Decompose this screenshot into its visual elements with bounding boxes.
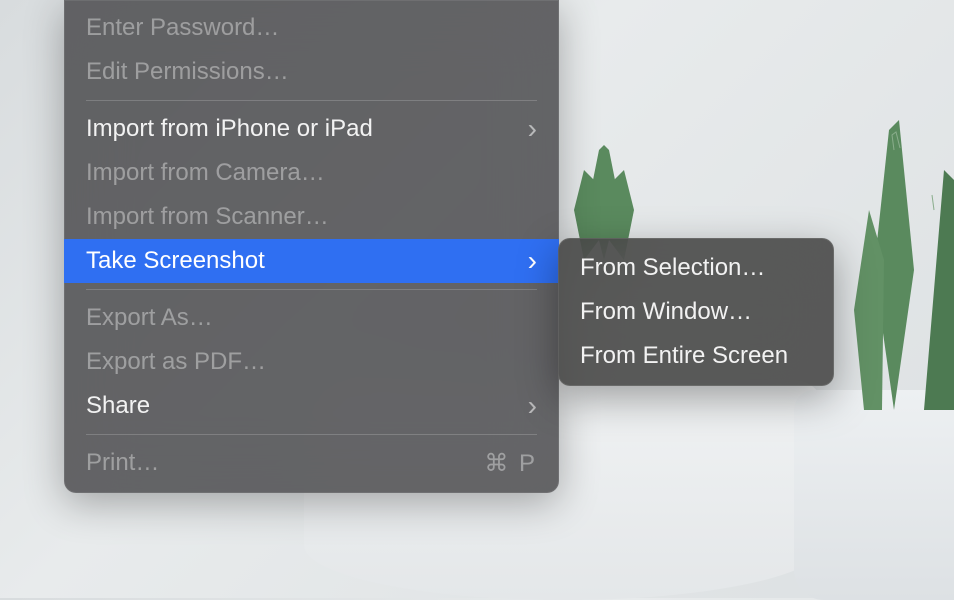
menu-item-label: Import from iPhone or iPad [86,115,518,143]
enter-password-menu-item[interactable]: Enter Password… [64,6,559,50]
background-succulent-right [834,90,954,410]
menu-item-label: Take Screenshot [86,247,518,275]
menu-item-label: Print… [86,449,484,477]
chevron-right-icon: › [528,247,537,275]
menu-item-label: Import from Camera… [86,159,537,187]
take-screenshot-submenu: From Selection… From Window… From Entire… [558,238,834,386]
menu-item-label: From Entire Screen [580,342,812,370]
from-selection-menu-item[interactable]: From Selection… [558,246,834,290]
menu-item-label: Edit Permissions… [86,58,537,86]
edit-permissions-menu-item[interactable]: Edit Permissions… [64,50,559,94]
import-iphone-ipad-menu-item[interactable]: Import from iPhone or iPad › [64,107,559,151]
import-scanner-menu-item[interactable]: Import from Scanner… [64,195,559,239]
menu-item-label: Share [86,392,518,420]
chevron-right-icon: › [528,115,537,143]
menu-item-label: Export As… [86,304,537,332]
print-menu-item[interactable]: Print… ⌘ P [64,441,559,485]
file-context-menu: Enter Password… Edit Permissions… Import… [64,0,559,493]
export-as-menu-item[interactable]: Export As… [64,296,559,340]
background-pot-right [794,390,954,600]
import-camera-menu-item[interactable]: Import from Camera… [64,151,559,195]
menu-item-label: Export as PDF… [86,348,537,376]
menu-item-label: From Selection… [580,254,812,282]
take-screenshot-menu-item[interactable]: Take Screenshot › [64,239,559,283]
export-pdf-menu-item[interactable]: Export as PDF… [64,340,559,384]
from-entire-screen-menu-item[interactable]: From Entire Screen [558,334,834,378]
menu-separator [86,289,537,290]
keyboard-shortcut: ⌘ P [484,449,537,478]
chevron-right-icon: › [528,392,537,420]
menu-item-label: From Window… [580,298,812,326]
menu-separator [86,100,537,101]
menu-item-label: Import from Scanner… [86,203,537,231]
share-menu-item[interactable]: Share › [64,384,559,428]
menu-separator [86,434,537,435]
from-window-menu-item[interactable]: From Window… [558,290,834,334]
menu-item-label: Enter Password… [86,14,537,42]
